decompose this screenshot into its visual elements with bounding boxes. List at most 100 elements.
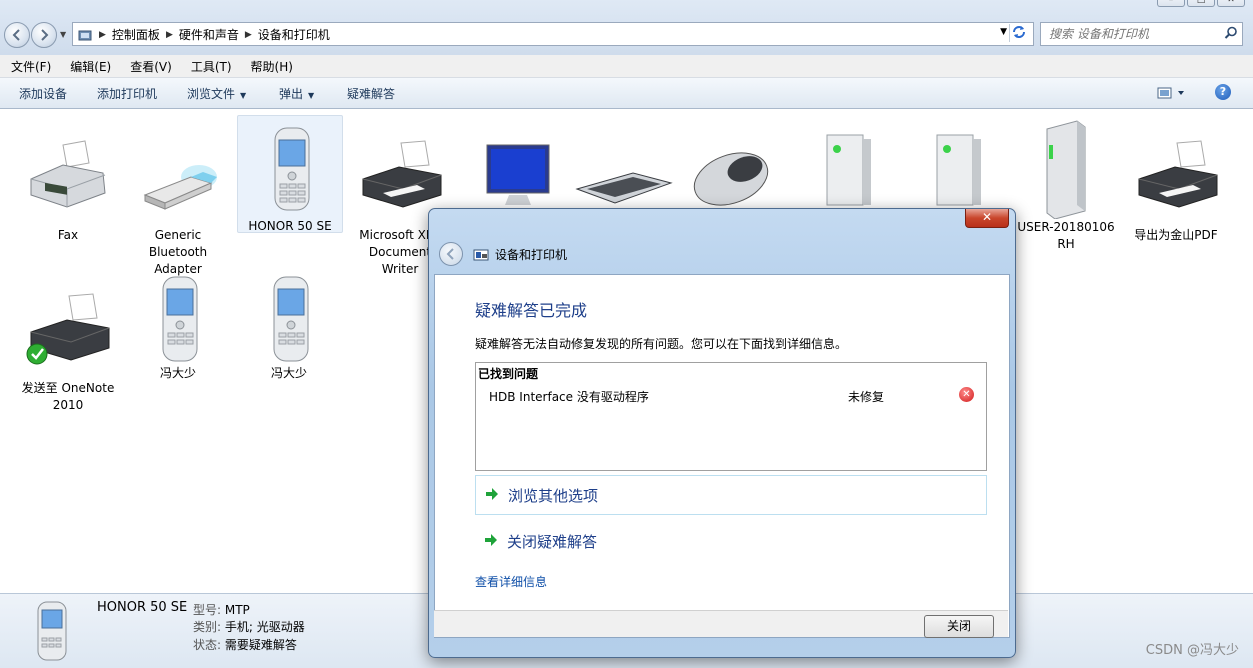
device-label: Generic Bluetooth Adapter	[148, 228, 208, 276]
device-label: Fax	[57, 228, 79, 242]
menu-help[interactable]: 帮助(H)	[240, 55, 301, 77]
dialog-body: 疑难解答已完成 疑难解答无法自动修复发现的所有问题。您可以在下面找到详细信息。 …	[434, 274, 1010, 638]
phone-icon	[244, 275, 334, 365]
add-printer-button[interactable]: 添加打印机	[97, 85, 157, 102]
menu-edit[interactable]: 编辑(E)	[59, 55, 119, 77]
forward-button[interactable]	[31, 22, 57, 48]
details-model-key: 型号:	[193, 603, 222, 617]
device-label: 导出为金山PDF	[1134, 228, 1218, 242]
refresh-button[interactable]	[1009, 24, 1030, 42]
dialog-back-button[interactable]	[439, 242, 463, 266]
close-icon: ✕	[981, 210, 993, 224]
details-status-key: 状态:	[193, 638, 222, 652]
device-label: 发送至 OneNote 2010	[21, 381, 115, 412]
search-box[interactable]	[1040, 22, 1243, 46]
arrow-right-icon	[41, 29, 49, 41]
breadcrumb-control-panel[interactable]: 控制面板	[112, 26, 160, 43]
breadcrumb-devices-printers[interactable]: 设备和打印机	[258, 26, 330, 43]
eject-button[interactable]: 弹出 ▼	[279, 85, 314, 102]
printer-icon	[1131, 137, 1221, 227]
control-panel-icon	[78, 30, 92, 40]
details-category-value: 手机; 光驱动器	[224, 620, 305, 634]
arrow-left-icon	[12, 29, 20, 41]
device-phone-fengdashao[interactable]: 冯大少	[126, 275, 230, 382]
dialog-description: 疑难解答无法自动修复发现的所有问题。您可以在下面找到详细信息。	[475, 337, 848, 351]
arrow-left-icon	[446, 248, 454, 260]
browse-options-text: 浏览其他选项	[508, 487, 599, 505]
add-device-button[interactable]: 添加设备	[19, 85, 67, 102]
device-phone-fengdashao-2[interactable]: 冯大少	[237, 275, 341, 382]
device-label: HONOR 50 SE	[248, 219, 332, 233]
details-status: 状态: 需要疑难解答	[193, 636, 297, 653]
issue-status: 未修复	[848, 390, 885, 404]
issues-list: 已找到问题 HDB Interface 没有驱动程序 未修复 ✕	[475, 362, 987, 471]
green-arrow-icon	[485, 534, 497, 546]
error-icon: ✕	[959, 387, 974, 402]
devices-printers-icon	[473, 249, 489, 260]
address-bar[interactable]: ▶ 控制面板 ▶ 硬件和声音 ▶ 设备和打印机 ▼	[72, 22, 1034, 46]
dialog-footer	[434, 610, 1008, 637]
device-label: 冯大少	[270, 366, 307, 380]
phone-icon	[32, 600, 72, 665]
window-close-button[interactable]: ✕	[1217, 0, 1245, 7]
view-details-link[interactable]: 查看详细信息	[475, 573, 547, 590]
browse-files-label: 浏览文件	[187, 87, 236, 101]
view-options-icon	[1157, 87, 1184, 99]
chevron-right-icon[interactable]: ▶	[245, 30, 252, 40]
help-button[interactable]: ?	[1215, 84, 1231, 100]
issues-header: 已找到问题	[478, 367, 539, 381]
refresh-icon	[1013, 26, 1025, 38]
menu-bar: 文件(F) 编辑(E) 查看(V) 工具(T) 帮助(H)	[0, 55, 1253, 78]
dialog-close-button[interactable]: 关闭	[924, 615, 994, 638]
details-category: 类别: 手机; 光驱动器	[193, 618, 305, 635]
fax-icon	[23, 137, 113, 227]
device-fax[interactable]: Fax	[16, 137, 120, 244]
window-controls: – □ ✕	[1157, 0, 1245, 7]
command-bar: 添加设备 添加打印机 浏览文件 ▼ 弹出 ▼ 疑难解答 ?	[0, 78, 1253, 109]
chevron-right-icon[interactable]: ▶	[166, 30, 173, 40]
caret-down-icon: ▼	[240, 91, 247, 100]
details-model-value: MTP	[224, 603, 250, 617]
device-onenote-printer[interactable]: 发送至 OneNote 2010	[16, 290, 120, 414]
menu-file[interactable]: 文件(F)	[0, 55, 59, 77]
caret-down-icon: ▼	[308, 91, 315, 100]
phone-icon	[133, 275, 223, 365]
computer-tower-icon	[1021, 119, 1111, 220]
help-icon: ?	[1219, 85, 1227, 98]
menu-tools[interactable]: 工具(T)	[180, 55, 240, 77]
search-input[interactable]	[1047, 26, 1221, 42]
browse-options-link[interactable]: 浏览其他选项	[475, 475, 987, 515]
change-view-button[interactable]	[1157, 86, 1187, 103]
maximize-button[interactable]: □	[1187, 0, 1215, 7]
eject-label: 弹出	[279, 87, 304, 101]
close-troubleshooter-link[interactable]: 关闭疑难解答	[475, 522, 985, 560]
address-dropdown-icon[interactable]: ▼	[1000, 27, 1007, 37]
device-honor-50-se[interactable]: HONOR 50 SE	[237, 115, 343, 233]
minimize-button[interactable]: –	[1157, 0, 1185, 7]
dialog-heading: 疑难解答已完成	[475, 301, 588, 320]
details-device-name: HONOR 50 SE	[97, 600, 188, 615]
back-button[interactable]	[4, 22, 30, 48]
dialog-title-text: 设备和打印机	[495, 248, 568, 262]
issue-text: HDB Interface 没有驱动程序	[489, 390, 649, 404]
details-model: 型号: MTP	[193, 601, 250, 618]
menu-view[interactable]: 查看(V)	[119, 55, 180, 77]
phone-icon	[245, 126, 335, 216]
device-bluetooth-adapter[interactable]: Generic Bluetooth Adapter	[126, 137, 230, 278]
search-icon[interactable]	[1224, 26, 1238, 40]
issue-row[interactable]: HDB Interface 没有驱动程序 未修复 ✕	[489, 387, 979, 405]
recent-pages-dropdown-icon[interactable]: ▼	[60, 30, 66, 39]
dialog-close-x-button[interactable]: ✕	[965, 209, 1009, 228]
troubleshoot-button[interactable]: 疑难解答	[347, 85, 395, 102]
dialog-title: 设备和打印机	[473, 246, 567, 263]
browse-files-button[interactable]: 浏览文件 ▼	[187, 85, 246, 102]
address-toolbar: – □ ✕ ▼ ▶ 控制面板 ▶ 硬件和声音 ▶ 设备和打印机 ▼	[0, 0, 1253, 55]
device-label: USER-20180106 RH	[1017, 220, 1115, 251]
device-computer[interactable]: USER-20180106 RH	[1014, 119, 1118, 253]
green-arrow-icon	[486, 488, 498, 500]
chevron-right-icon[interactable]: ▶	[99, 30, 106, 40]
printer-default-icon	[23, 290, 113, 380]
device-pdf-printer[interactable]: 导出为金山PDF	[1124, 137, 1228, 244]
breadcrumb-hardware-sound[interactable]: 硬件和声音	[179, 26, 239, 43]
details-category-key: 类别:	[193, 620, 222, 634]
